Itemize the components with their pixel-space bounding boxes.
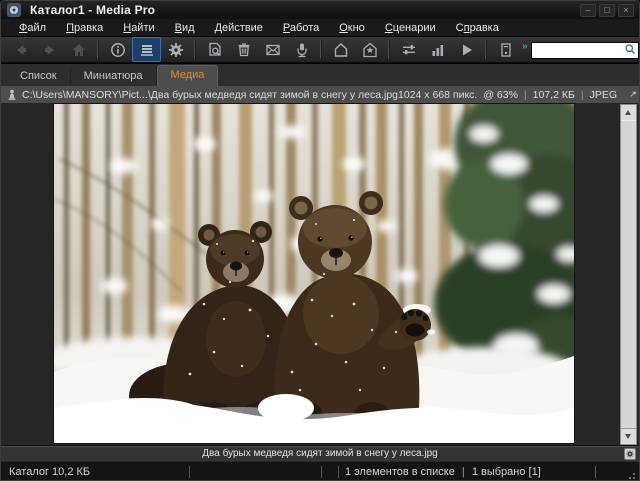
status-bar: Каталог 10,2 КБ 1 элементов в списке | 1… bbox=[1, 461, 639, 481]
app-window: Каталог1 - Media Pro – □ × ФайлПравкаНай… bbox=[0, 0, 640, 481]
statistics-button[interactable] bbox=[423, 37, 452, 62]
app-icon bbox=[7, 3, 21, 17]
toolbar-separator bbox=[388, 40, 390, 59]
mail-icon bbox=[265, 42, 281, 58]
caption-bar: Два бурых медведя сидят зимой в снегу у … bbox=[1, 446, 639, 461]
maximize-button[interactable]: □ bbox=[599, 4, 615, 17]
menu-item-справка[interactable]: Справка bbox=[446, 21, 509, 35]
tag-icon bbox=[333, 42, 349, 58]
menu-bar: ФайлПравкаНайтиВидДействиеРаботаОкноСцен… bbox=[1, 19, 639, 36]
tab-thumbnail[interactable]: Миниатюра bbox=[71, 67, 157, 86]
gear-icon bbox=[168, 42, 184, 58]
photo-two-bears[interactable] bbox=[54, 104, 574, 443]
doc-search-icon bbox=[207, 42, 223, 58]
star-icon bbox=[362, 42, 378, 58]
back-button[interactable] bbox=[6, 37, 35, 62]
forward-button[interactable] bbox=[35, 37, 64, 62]
tab-list[interactable]: Список bbox=[7, 67, 71, 86]
chart-icon bbox=[430, 42, 446, 58]
status-separator bbox=[338, 466, 339, 478]
menu-item-файл[interactable]: Файл bbox=[9, 21, 56, 35]
panel-icon bbox=[498, 42, 514, 58]
scroll-up-arrow[interactable] bbox=[621, 105, 636, 121]
delete-button[interactable] bbox=[229, 37, 258, 62]
slideshow-button[interactable] bbox=[452, 37, 481, 62]
arrow-left-icon bbox=[13, 42, 29, 58]
view-tab-bar: Список Миниатюра Медиа bbox=[1, 63, 639, 86]
media-caption: Два бурых медведя сидят зимой в снегу у … bbox=[202, 448, 437, 459]
zoom-level: @ 63% bbox=[483, 89, 518, 101]
status-separator bbox=[321, 466, 322, 478]
menu-item-окно[interactable]: Окно bbox=[329, 21, 375, 35]
media-view-pane bbox=[1, 103, 639, 446]
toolbar-separator bbox=[320, 40, 322, 59]
toolbar-overflow-chevron[interactable]: » bbox=[522, 41, 527, 52]
email-button[interactable] bbox=[258, 37, 287, 62]
scroll-down-arrow[interactable] bbox=[621, 428, 636, 444]
status-separator bbox=[595, 466, 596, 478]
media-type-icon bbox=[7, 89, 17, 101]
minimize-button[interactable]: – bbox=[580, 4, 596, 17]
file-path: C:\Users\MANSORY\Pict...\Два бурых медве… bbox=[22, 89, 398, 101]
rating-button[interactable] bbox=[355, 37, 384, 62]
image-dimensions: 1024 x 668 пикс. bbox=[398, 89, 477, 101]
search-input[interactable] bbox=[531, 42, 639, 59]
title-bar: Каталог1 - Media Pro – □ × bbox=[1, 1, 639, 19]
file-format: JPEG bbox=[590, 89, 617, 101]
catalog-size-status: Каталог 10,2 КБ bbox=[9, 466, 90, 478]
info-panel-button[interactable] bbox=[491, 37, 520, 62]
menu-item-вид[interactable]: Вид bbox=[165, 21, 205, 35]
path-bar: C:\Users\MANSORY\Pict...\Два бурых медве… bbox=[1, 86, 639, 103]
fullscreen-icon[interactable]: ↗ bbox=[627, 89, 639, 100]
status-separator bbox=[189, 466, 190, 478]
caption-settings-button[interactable] bbox=[624, 448, 636, 460]
label-button[interactable] bbox=[326, 37, 355, 62]
tab-media[interactable]: Медиа bbox=[157, 65, 219, 86]
voice-annotation-button[interactable] bbox=[287, 37, 316, 62]
trash-icon bbox=[236, 42, 252, 58]
toolbar-separator bbox=[485, 40, 487, 59]
menu-item-работа[interactable]: Работа bbox=[273, 21, 329, 35]
info-button[interactable] bbox=[103, 37, 132, 62]
adjustments-button[interactable] bbox=[394, 37, 423, 62]
scrollbar-thumb[interactable] bbox=[621, 120, 636, 431]
toolbar-separator bbox=[194, 40, 196, 59]
window-title: Каталог1 - Media Pro bbox=[30, 3, 155, 17]
menu-item-правка[interactable]: Правка bbox=[56, 21, 113, 35]
list-view-button[interactable] bbox=[132, 37, 161, 62]
menu-item-найти[interactable]: Найти bbox=[113, 21, 164, 35]
list-view-icon bbox=[139, 42, 155, 58]
parent-folder-button[interactable] bbox=[64, 37, 93, 62]
list-count-status: 1 элементов в списке | 1 выбрано [1] bbox=[345, 466, 541, 478]
resize-grip[interactable] bbox=[625, 469, 635, 479]
mic-icon bbox=[294, 42, 310, 58]
toolbar: » bbox=[1, 36, 639, 63]
preview-button[interactable] bbox=[200, 37, 229, 62]
selection-status: 1 выбрано [1] bbox=[472, 466, 541, 478]
settings-button[interactable] bbox=[161, 37, 190, 62]
file-size: 107,2 КБ bbox=[533, 89, 575, 101]
play-icon bbox=[459, 42, 475, 58]
home-icon bbox=[71, 42, 87, 58]
menu-item-действие[interactable]: Действие bbox=[205, 21, 273, 35]
menu-item-сценарии[interactable]: Сценарии bbox=[375, 21, 446, 35]
toolbar-separator bbox=[97, 40, 99, 59]
search-icon[interactable] bbox=[624, 42, 636, 54]
sliders-icon bbox=[401, 42, 417, 58]
arrow-right-icon bbox=[42, 42, 58, 58]
info-icon bbox=[110, 42, 126, 58]
close-button[interactable]: × bbox=[618, 4, 634, 17]
vertical-scrollbar[interactable] bbox=[620, 104, 637, 445]
